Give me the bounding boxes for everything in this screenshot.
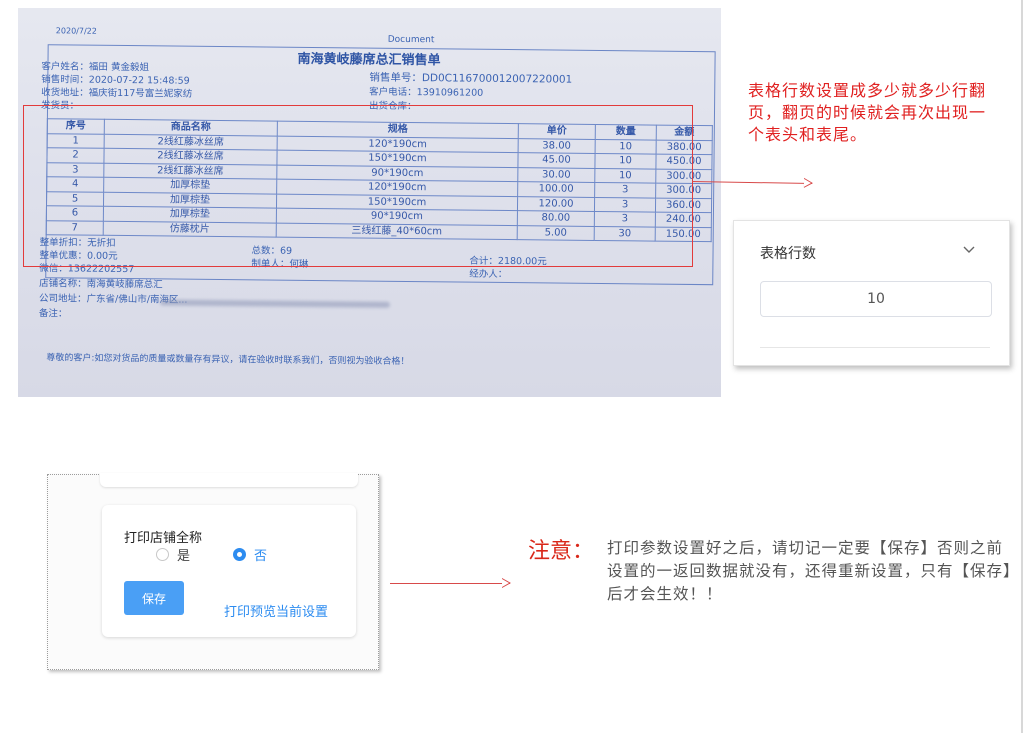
radio-circle-icon[interactable]	[156, 548, 169, 561]
print-preview-link[interactable]: 打印预览当前设置	[224, 601, 328, 620]
remark: 备注：	[38, 308, 68, 320]
table-highlight-box	[23, 105, 693, 267]
handler: 经办人：	[469, 268, 508, 281]
setting-title: 打印店铺全称	[124, 531, 203, 546]
chevron-down-icon[interactable]	[963, 243, 975, 258]
customer-name: 客户姓名：福田 黄金毅姐	[41, 61, 150, 74]
receipt-date: 2020/7/22	[55, 26, 97, 36]
rows-input[interactable]: 10	[760, 281, 992, 317]
rows-setting-panel: 表格行数 10	[733, 220, 1010, 366]
page-right-border	[1021, 0, 1023, 733]
redacted-address	[159, 299, 391, 308]
radio-no-label: 否	[254, 549, 268, 564]
note-body: 打印参数设置好之后，请切记一定要【保存】否则之前设置的一返回数据就没有，还得重新…	[607, 539, 1012, 603]
divider	[760, 347, 990, 348]
radio-yes[interactable]: 是	[156, 545, 190, 564]
print-settings-panel: 打印店铺全称 是 否 保存 打印预览当前设置	[47, 473, 379, 670]
radio-no[interactable]: 否	[233, 545, 267, 564]
receipt-doc-label: Document	[387, 34, 435, 46]
arrow-to-note	[390, 578, 511, 588]
order-no: 销售单号：DD0C11670001200722000​1	[369, 71, 573, 86]
shop-name-setting-card: 打印店铺全称 是 否 保存 打印预览当前设置	[102, 505, 356, 637]
rows-label: 表格行数	[760, 246, 816, 262]
shop-name: 店铺名称：南海黄岐藤席总汇	[39, 278, 163, 291]
receipt-notice: 尊敬的客户:如您对货品的质量或数量存有异议，请在验收时联系我们，否则视为验收合格…	[46, 353, 410, 368]
customer-phone: 客户电话：1391096​1200	[369, 86, 484, 99]
receipt-title: 南海黄岐藤席总汇销售单	[297, 51, 441, 69]
note-heading: 注意：	[528, 539, 595, 564]
save-button[interactable]: 保存	[124, 581, 184, 615]
radio-yes-label: 是	[177, 549, 191, 564]
radio-selected-icon[interactable]	[233, 548, 246, 561]
card-edge	[100, 473, 358, 487]
rows-note-text: 表格行数设置成多少就多少行翻页，翻页的时候就会再次出现一个表头和表尾。	[748, 81, 987, 144]
